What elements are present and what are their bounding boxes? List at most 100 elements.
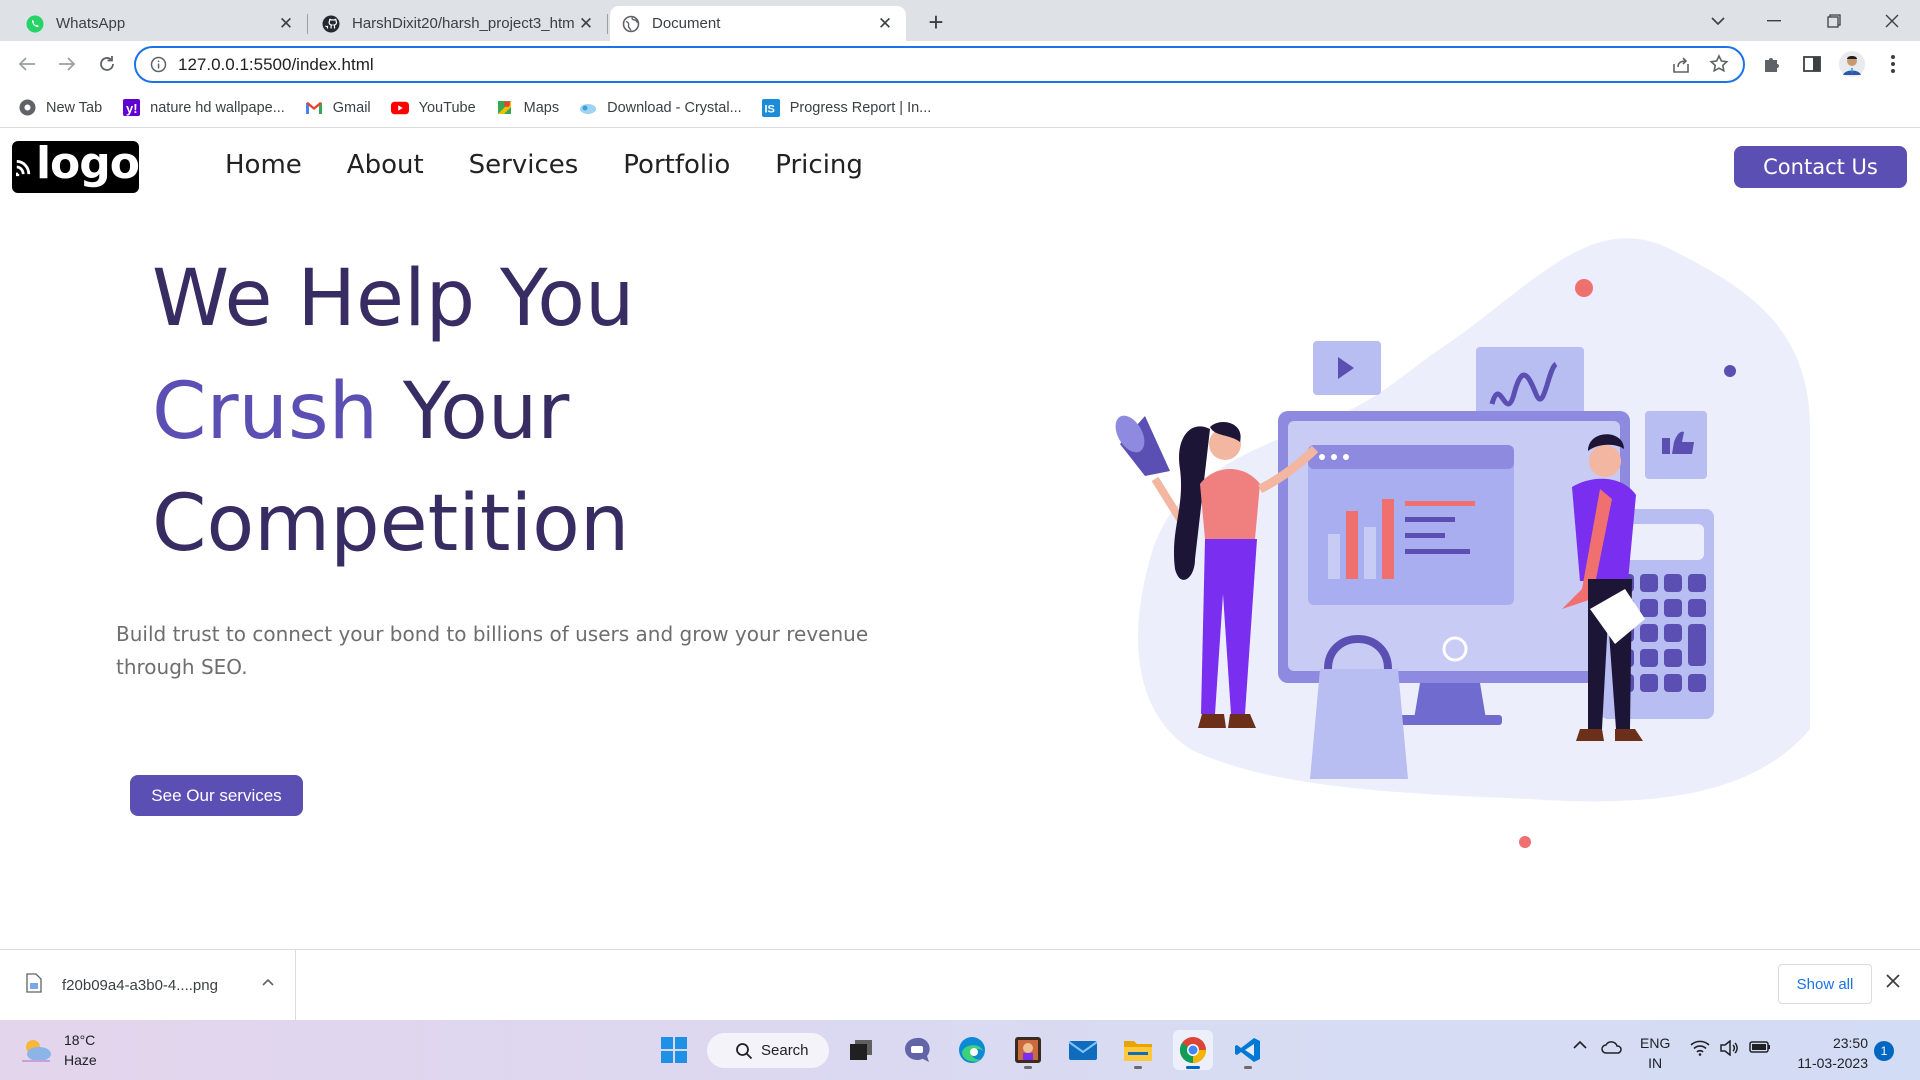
battery-icon[interactable] — [1749, 1040, 1771, 1054]
tab-github[interactable]: HarshDixit20/harsh_project3_htm ✕ — [310, 6, 608, 41]
nav-services[interactable]: Services — [469, 150, 579, 180]
bookmark-label: YouTube — [418, 99, 476, 116]
bookmark-label: Download - Crystal... — [607, 99, 742, 116]
reload-button[interactable] — [92, 49, 122, 79]
notification-badge[interactable]: 1 — [1874, 1041, 1894, 1061]
bookmark-maps[interactable]: Maps — [496, 99, 559, 117]
bookmark-download-crystal[interactable]: Download - Crystal... — [579, 99, 742, 117]
running-indicator — [1134, 1066, 1142, 1069]
minimize-button[interactable] — [1746, 0, 1802, 41]
puzzle-icon — [1765, 58, 1779, 72]
chrome-menu-button[interactable] — [1880, 51, 1906, 77]
region-code: IN — [1648, 1055, 1663, 1071]
hero-heading-line1: We Help You — [152, 254, 635, 344]
close-tab-icon[interactable]: ✕ — [577, 14, 595, 33]
svg-text:y!: y! — [126, 101, 138, 116]
nav-home[interactable]: Home — [225, 150, 302, 180]
address-bar[interactable]: 127.0.0.1:5500/index.html — [134, 46, 1745, 83]
site-info-icon[interactable] — [150, 56, 167, 78]
tab-search-button[interactable] — [1690, 0, 1746, 41]
weather-widget[interactable]: 18°C Haze — [20, 1030, 97, 1070]
share-icon[interactable] — [1671, 55, 1691, 80]
new-tab-button[interactable]: + — [922, 9, 950, 37]
crystal-icon — [579, 99, 597, 117]
back-button[interactable] — [12, 49, 42, 79]
search-icon — [736, 1042, 753, 1059]
download-item[interactable]: f20b09a4-a3b0-4....png — [0, 950, 296, 1020]
url-text[interactable]: 127.0.0.1:5500/index.html — [178, 55, 374, 75]
weather-desc: Haze — [64, 1052, 97, 1068]
teams-chat-button[interactable] — [897, 1030, 937, 1070]
see-services-button[interactable]: See Our services — [130, 775, 303, 816]
task-view-button[interactable] — [841, 1030, 881, 1070]
windows-logo-icon — [661, 1037, 687, 1063]
vscode-button[interactable] — [1228, 1030, 1268, 1070]
file-icon — [26, 972, 42, 998]
bookmark-gmail[interactable]: Gmail — [305, 99, 371, 117]
chevron-up-icon[interactable] — [261, 974, 275, 992]
language-code: ENG — [1640, 1035, 1671, 1051]
logo-text: logo — [35, 138, 140, 189]
close-tab-icon[interactable]: ✕ — [277, 14, 295, 33]
wifi-icon[interactable] — [1690, 1040, 1710, 1056]
bookmark-progress-report[interactable]: IS Progress Report | In... — [761, 98, 931, 117]
volume-icon[interactable] — [1719, 1040, 1739, 1056]
show-hidden-icons-button[interactable] — [1572, 1040, 1588, 1050]
restore-button[interactable] — [1806, 0, 1862, 41]
svg-text:IS: IS — [764, 103, 774, 115]
hero-illustration — [1115, 238, 1810, 848]
chat-icon — [905, 1037, 930, 1062]
contact-us-button[interactable]: Contact Us — [1734, 146, 1907, 188]
nav-pricing[interactable]: Pricing — [775, 150, 863, 180]
side-panel-button[interactable] — [1799, 51, 1825, 77]
clock-time: 23:50 — [1832, 1035, 1868, 1051]
forward-button[interactable] — [52, 49, 82, 79]
vscode-icon — [1235, 1038, 1260, 1062]
system-clock[interactable]: 23:50 11-03-2023 — [1784, 1033, 1868, 1073]
chevron-down-icon — [1711, 16, 1725, 25]
bookmarks-bar: New Tab y! nature hd wallpape... Gmail Y… — [0, 88, 1920, 128]
restore-icon — [1827, 13, 1841, 28]
close-icon — [1885, 14, 1899, 27]
whatsapp-icon — [26, 15, 44, 33]
weather-haze-icon — [22, 1040, 51, 1062]
running-indicator — [1244, 1066, 1252, 1069]
taskbar-search[interactable]: Search — [707, 1033, 829, 1068]
profile-avatar[interactable] — [1839, 51, 1865, 77]
hero-accent-word: Crush — [152, 367, 379, 457]
close-window-button[interactable] — [1864, 0, 1920, 41]
hero-heading-line2: Crush Your — [152, 367, 569, 457]
task-view-icon — [850, 1040, 872, 1060]
site-logo[interactable]: logo — [12, 138, 140, 193]
browser-toolbar: 127.0.0.1:5500/index.html — [0, 41, 1920, 88]
chrome-icon — [1179, 1037, 1206, 1064]
start-button[interactable] — [654, 1030, 694, 1070]
running-indicator — [1186, 1066, 1200, 1069]
bookmark-nature-wallpaper[interactable]: y! nature hd wallpape... — [122, 99, 285, 117]
taskbar: 18°C Haze Search ENG IN 23:50 11-03-2023… — [0, 1020, 1920, 1080]
search-label: Search — [761, 1042, 809, 1059]
tab-whatsapp[interactable]: WhatsApp ✕ — [14, 6, 308, 41]
close-tab-icon[interactable]: ✕ — [876, 14, 894, 33]
bookmark-new-tab[interactable]: New Tab — [18, 99, 102, 117]
edge-button[interactable] — [952, 1030, 992, 1070]
onedrive-icon[interactable] — [1601, 1040, 1623, 1054]
nav-portfolio[interactable]: Portfolio — [623, 150, 730, 180]
folder-icon — [1124, 1041, 1152, 1061]
tab-document[interactable]: Document ✕ — [610, 6, 906, 41]
language-indicator[interactable]: ENG IN — [1640, 1033, 1670, 1073]
photos-app-button[interactable] — [1008, 1030, 1048, 1070]
chrome-button[interactable] — [1173, 1030, 1213, 1070]
nav-about[interactable]: About — [347, 150, 424, 180]
minimize-icon — [1767, 19, 1781, 21]
bookmark-star-icon[interactable] — [1709, 54, 1729, 79]
close-download-bar-icon[interactable] — [1886, 974, 1900, 993]
mail-button[interactable] — [1063, 1030, 1103, 1070]
bookmark-youtube[interactable]: YouTube — [390, 99, 476, 117]
rss-logo-icon — [16, 160, 31, 177]
arrow-left-icon — [18, 57, 35, 71]
arrow-right-icon — [59, 57, 76, 71]
extensions-button[interactable] — [1759, 51, 1785, 77]
file-explorer-button[interactable] — [1118, 1030, 1158, 1070]
show-all-button[interactable]: Show all — [1778, 964, 1872, 1004]
